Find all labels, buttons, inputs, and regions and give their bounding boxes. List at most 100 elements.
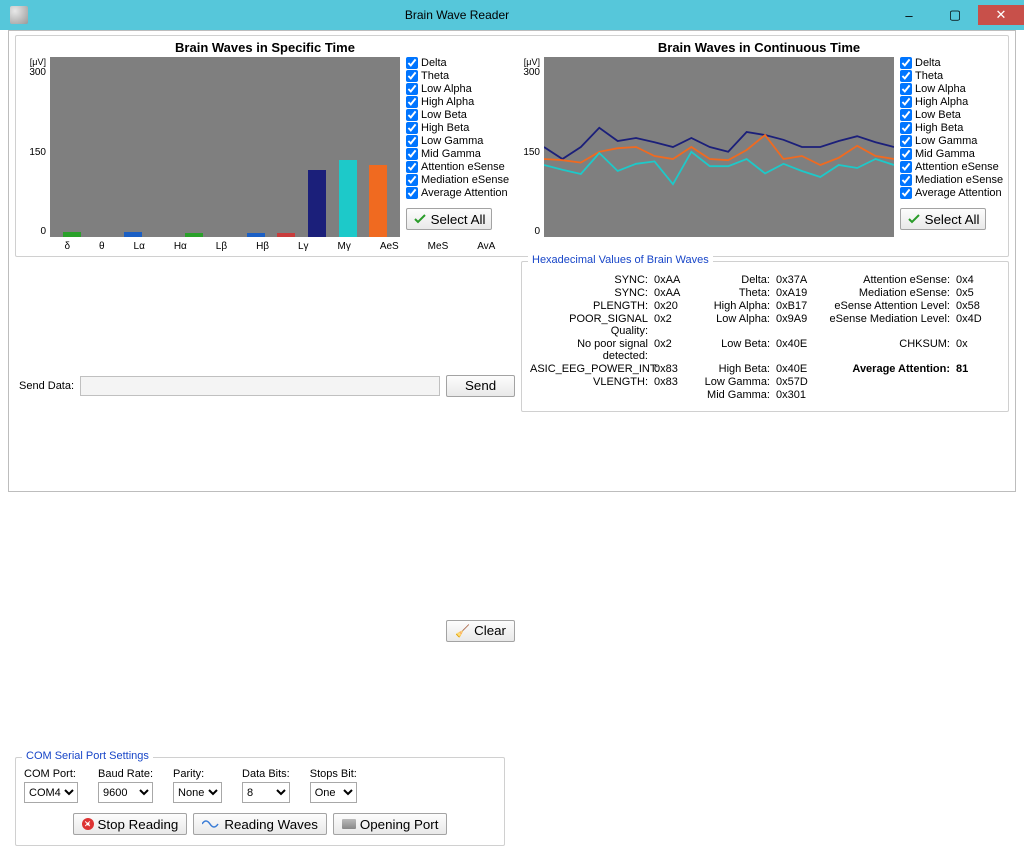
legend-checkbox[interactable]: [900, 187, 912, 199]
stopbits-select[interactable]: One: [310, 782, 357, 803]
ytick: 150: [523, 147, 540, 158]
legend-item[interactable]: Attention eSense: [900, 161, 1004, 173]
select-all-button[interactable]: Select All: [900, 208, 986, 230]
hex-key: Mediation eSense:: [822, 287, 950, 299]
parity-select[interactable]: None: [173, 782, 222, 803]
maximize-button[interactable]: ▢: [932, 5, 978, 25]
com-select[interactable]: COM4: [24, 782, 78, 803]
hex-key: VLENGTH:: [530, 376, 648, 388]
stop-reading-button[interactable]: Stop Reading: [73, 813, 188, 835]
hex-key: SYNC:: [530, 274, 648, 286]
chart-specific-xaxis: δθLαHαLβHβLγMγAeSMeSAvA: [50, 237, 510, 252]
legend-item[interactable]: Delta: [406, 57, 510, 69]
legend-label: Average Attention: [915, 187, 1002, 199]
legend-checkbox[interactable]: [900, 122, 912, 134]
hex-value: 0x57D: [776, 376, 816, 388]
legend-checkbox[interactable]: [406, 83, 418, 95]
xtick: Hβ: [256, 241, 269, 252]
legend-item[interactable]: Mid Gamma: [406, 148, 510, 160]
reading-label: Reading Waves: [224, 817, 318, 832]
legend-item[interactable]: Mid Gamma: [900, 148, 1004, 160]
databits-select[interactable]: 8: [242, 782, 290, 803]
legend-checkbox[interactable]: [900, 161, 912, 173]
legend-item[interactable]: Mediation eSense: [406, 174, 510, 186]
hex-key: eSense Mediation Level:: [822, 313, 950, 337]
hex-key: CHKSUM:: [822, 338, 950, 362]
xtick: Lβ: [216, 241, 227, 252]
legend-checkbox[interactable]: [900, 96, 912, 108]
hex-key: POOR_SIGNAL Quality:: [530, 313, 648, 337]
legend-checkbox[interactable]: [406, 135, 418, 147]
reading-waves-button[interactable]: Reading Waves: [193, 813, 327, 835]
legend-label: Low Beta: [421, 109, 467, 121]
window-title: Brain Wave Reader: [28, 8, 886, 22]
legend-item[interactable]: Mediation eSense: [900, 174, 1004, 186]
legend-checkbox[interactable]: [900, 135, 912, 147]
serial-title: COM Serial Port Settings: [22, 750, 153, 762]
legend-checkbox[interactable]: [900, 109, 912, 121]
legend-checkbox[interactable]: [900, 57, 912, 69]
legend-item[interactable]: Low Beta: [406, 109, 510, 121]
send-button[interactable]: Send: [446, 375, 515, 397]
legend-checkbox[interactable]: [406, 122, 418, 134]
baud-select[interactable]: 9600: [98, 782, 153, 803]
legend-item[interactable]: Low Alpha: [900, 83, 1004, 95]
legend-item[interactable]: Attention eSense: [406, 161, 510, 173]
legend-item[interactable]: High Alpha: [406, 96, 510, 108]
hex-value: [654, 389, 694, 401]
legend-checkbox[interactable]: [900, 174, 912, 186]
legend-checkbox[interactable]: [406, 109, 418, 121]
legend-item[interactable]: Low Alpha: [406, 83, 510, 95]
databits-label: Data Bits:: [242, 768, 290, 780]
legend-item[interactable]: Theta: [406, 70, 510, 82]
hex-key: Average Attention:: [822, 363, 950, 375]
opening-label: Opening Port: [360, 817, 439, 832]
legend-item[interactable]: Average Attention: [406, 187, 510, 199]
legend-item[interactable]: Average Attention: [900, 187, 1004, 199]
hex-value: 0x: [956, 338, 996, 362]
client-area: Brain Waves in Specific Time [μV] 300 15…: [8, 30, 1016, 492]
hex-key: ASIC_EEG_POWER_INT:: [530, 363, 648, 375]
legend-checkbox[interactable]: [406, 174, 418, 186]
bar: [369, 165, 387, 237]
legend-label: Mediation eSense: [421, 174, 509, 186]
hex-value: [956, 389, 996, 401]
legend-checkbox[interactable]: [900, 148, 912, 160]
legend-checkbox[interactable]: [406, 187, 418, 199]
chart-specific-yaxis: [μV] 300 150 0: [20, 57, 50, 237]
hex-value: 0x37A: [776, 274, 816, 286]
legend-checkbox[interactable]: [406, 96, 418, 108]
legend-item[interactable]: Delta: [900, 57, 1004, 69]
legend-checkbox[interactable]: [406, 57, 418, 69]
legend-checkbox[interactable]: [406, 161, 418, 173]
close-button[interactable]: ✕: [978, 5, 1024, 25]
send-area: Send Data: Send Clear: [15, 261, 515, 751]
legend-item[interactable]: High Beta: [900, 122, 1004, 134]
legend-item[interactable]: Low Beta: [900, 109, 1004, 121]
xtick: δ: [64, 241, 70, 252]
legend-item[interactable]: High Alpha: [900, 96, 1004, 108]
legend-item[interactable]: High Beta: [406, 122, 510, 134]
legend-item[interactable]: Low Gamma: [406, 135, 510, 147]
legend-item[interactable]: Theta: [900, 70, 1004, 82]
legend-checkbox[interactable]: [900, 83, 912, 95]
hex-key: [822, 389, 950, 401]
hex-title: Hexadecimal Values of Brain Waves: [528, 254, 713, 266]
clear-button[interactable]: Clear: [446, 620, 515, 642]
hex-key: Low Alpha:: [700, 313, 770, 337]
opening-port-button[interactable]: Opening Port: [333, 813, 448, 835]
legend-label: Delta: [421, 57, 447, 69]
ytick: 0: [40, 226, 46, 237]
legend-label: Low Gamma: [915, 135, 977, 147]
legend-checkbox[interactable]: [406, 70, 418, 82]
select-all-button[interactable]: Select All: [406, 208, 492, 230]
legend-checkbox[interactable]: [900, 70, 912, 82]
legend-checkbox[interactable]: [406, 148, 418, 160]
serial-fieldset: COM Serial Port Settings COM Port: COM4 …: [15, 757, 505, 846]
send-input[interactable]: [80, 376, 440, 396]
minimize-button[interactable]: –: [886, 5, 932, 25]
hex-key: No poor signal detected:: [530, 338, 648, 362]
bar: [308, 170, 326, 237]
legend-label: Mid Gamma: [915, 148, 975, 160]
legend-item[interactable]: Low Gamma: [900, 135, 1004, 147]
